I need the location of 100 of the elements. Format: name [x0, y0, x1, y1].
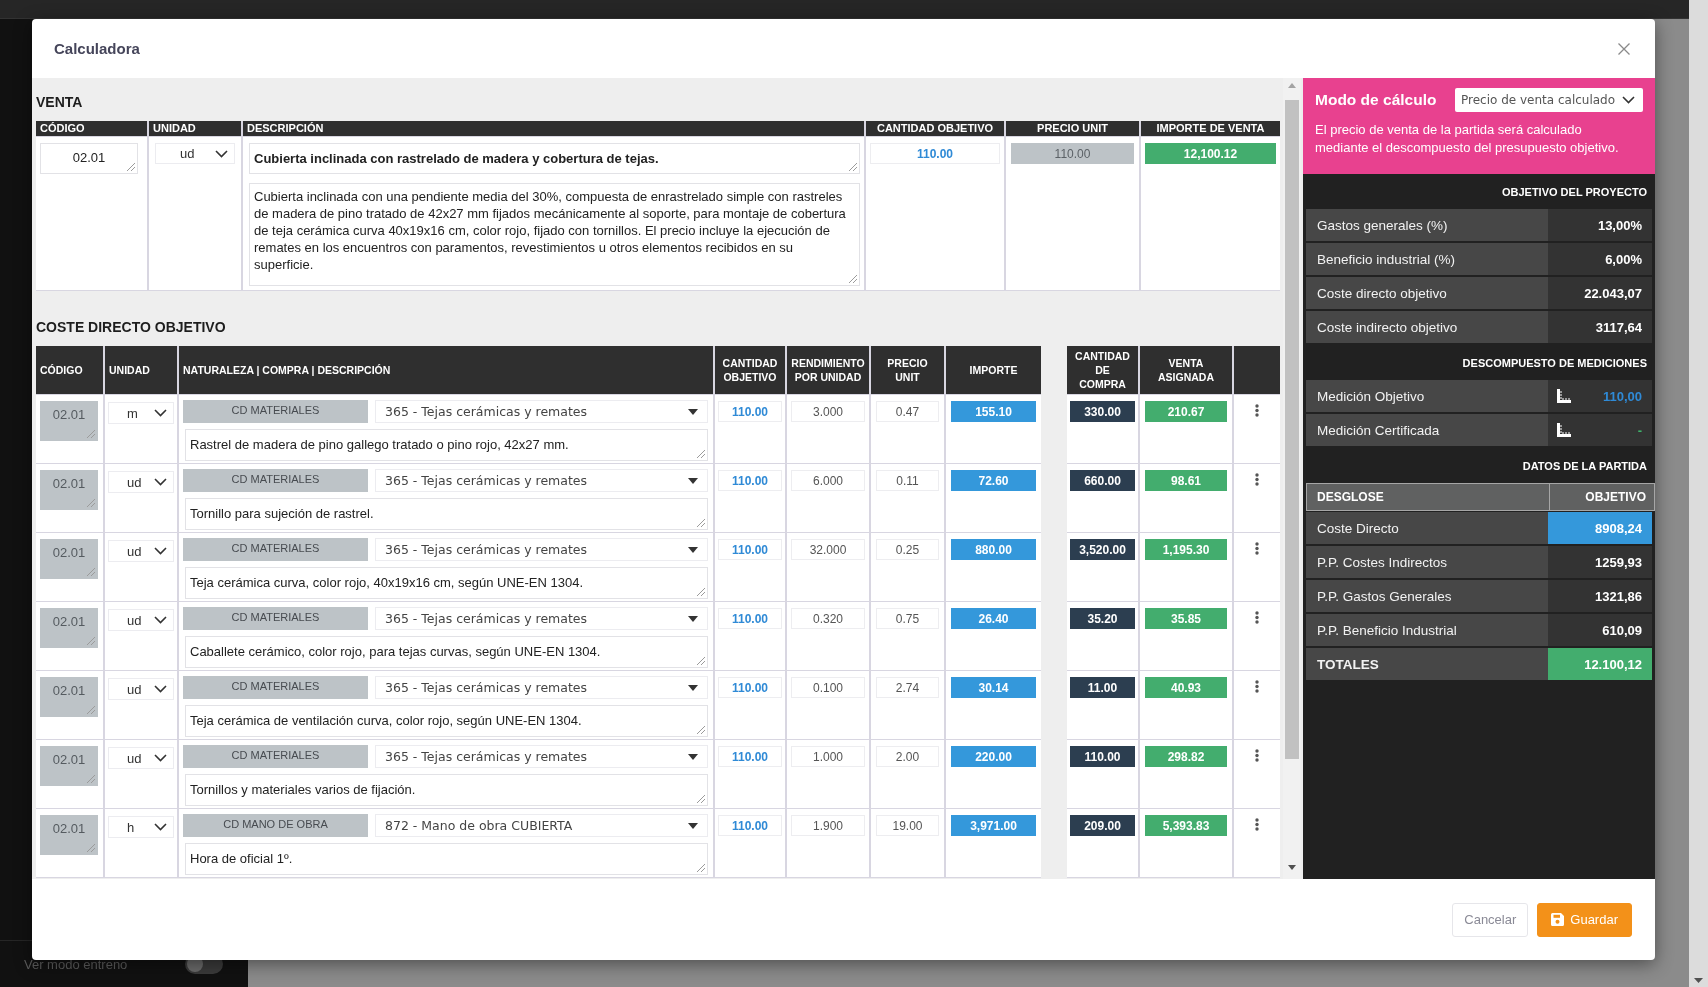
- chevron-down-icon: [154, 547, 167, 555]
- resize-handle-icon[interactable]: [697, 588, 705, 596]
- quantity-field[interactable]: 110.00: [718, 539, 782, 560]
- mode-note: El precio de venta de la partida será calculado mediante el descompuesto del presupuesto objetivo.: [1315, 121, 1620, 157]
- yield-field[interactable]: 1.000: [791, 746, 865, 767]
- yield-field[interactable]: 3.000: [791, 401, 865, 422]
- unit-price-field[interactable]: 0.25: [876, 539, 939, 560]
- code-field[interactable]: 02.01: [40, 401, 98, 441]
- purchase-quantity-value: 3,520.00: [1070, 539, 1135, 560]
- unit-price-field[interactable]: 0.75: [876, 608, 939, 629]
- quantity-field[interactable]: 110.00: [718, 470, 782, 491]
- resize-handle-icon[interactable]: [87, 499, 95, 507]
- unit-price-field[interactable]: 2.74: [876, 677, 939, 698]
- resize-handle-icon[interactable]: [697, 795, 705, 803]
- resize-handle-icon[interactable]: [849, 275, 857, 283]
- purchase-quantity-value: 209.00: [1070, 815, 1135, 836]
- quantity-field[interactable]: 110.00: [718, 677, 782, 698]
- unit-select[interactable]: ud: [155, 143, 235, 164]
- resize-handle-icon[interactable]: [87, 430, 95, 438]
- unit-select[interactable]: ud: [108, 678, 174, 700]
- description-field[interactable]: Tornillo para sujeción de rastrel.: [185, 498, 708, 530]
- description-field[interactable]: Hora de oficial 1º.: [185, 843, 708, 875]
- more-options-icon[interactable]: [1255, 542, 1259, 555]
- caret-down-icon: [688, 684, 698, 691]
- resize-handle-icon[interactable]: [87, 568, 95, 576]
- resize-handle-icon[interactable]: [87, 637, 95, 645]
- column-header: CANTIDAD DE COMPRA: [1067, 346, 1138, 394]
- more-options-icon[interactable]: [1255, 611, 1259, 624]
- row-label: Gastos generales (%): [1306, 209, 1548, 241]
- purchase-select[interactable]: 365 - Tejas cerámicas y remates: [375, 538, 708, 561]
- resize-handle-icon[interactable]: [697, 657, 705, 665]
- unit-select[interactable]: h: [108, 816, 174, 838]
- code-field[interactable]: 02.01: [40, 677, 98, 717]
- unit-price-field[interactable]: 0.47: [876, 401, 939, 422]
- yield-field[interactable]: 32.000: [791, 539, 865, 560]
- resize-handle-icon[interactable]: [697, 864, 705, 872]
- quantity-field[interactable]: 110.00: [718, 401, 782, 422]
- purchase-select[interactable]: 365 - Tejas cerámicas y remates: [375, 676, 708, 699]
- ruler-icon[interactable]: [1557, 423, 1571, 437]
- unit-select[interactable]: ud: [108, 609, 174, 631]
- code-field[interactable]: 02.01: [40, 539, 98, 579]
- description-field[interactable]: Tornillos y materiales varios de fijación.: [185, 774, 708, 806]
- resize-handle-icon[interactable]: [697, 450, 705, 458]
- title-field[interactable]: Cubierta inclinada con rastrelado de madera y cobertura de tejas.: [249, 143, 860, 174]
- chevron-down-icon: [154, 409, 167, 417]
- unit-price-field[interactable]: 2.00: [876, 746, 939, 767]
- resize-handle-icon[interactable]: [87, 775, 95, 783]
- column-header: IMPORTE DE VENTA: [1141, 121, 1280, 136]
- amount-value: 3,971.00: [951, 815, 1036, 836]
- quantity-field[interactable]: 110.00: [718, 746, 782, 767]
- resize-handle-icon[interactable]: [127, 163, 135, 171]
- yield-field[interactable]: 6.000: [791, 470, 865, 491]
- unit-select[interactable]: ud: [108, 747, 174, 769]
- resize-handle-icon[interactable]: [87, 706, 95, 714]
- assigned-sale-value: 210.67: [1145, 401, 1227, 422]
- cancel-button[interactable]: Cancelar: [1452, 902, 1529, 937]
- scrollbar[interactable]: [1689, 0, 1708, 987]
- unit-select[interactable]: ud: [108, 471, 174, 493]
- code-field[interactable]: 02.01: [40, 746, 98, 786]
- description-field[interactable]: Cubierta inclinada con una pendiente media del 30%, compuesta de enrastrelado simple con rastreles de madera de pino tratado de 42x27 mm fijados mecánicamente al soporte, para montaje de cobertura de teja cerámica curva 40x19x16 cm, color rojo, fijado con tornillos. El precio incluye la ejecución de remates en los encuentros con paramentos, revestimientos u otros elementos recibidos en su superficie.: [249, 183, 860, 286]
- yield-field[interactable]: 0.100: [791, 677, 865, 698]
- quantity-field[interactable]: 110.00: [718, 608, 782, 629]
- description-field[interactable]: Rastrel de madera de pino gallego tratado o pino rojo, 42x27 mm.: [185, 429, 708, 461]
- purchase-select[interactable]: 365 - Tejas cerámicas y remates: [375, 400, 708, 423]
- more-options-icon[interactable]: [1255, 818, 1259, 831]
- quantity-field[interactable]: 110.00: [870, 143, 1000, 164]
- mode-select[interactable]: Precio de venta calculado: [1455, 88, 1643, 112]
- unit-select[interactable]: ud: [108, 540, 174, 562]
- unit-price-field[interactable]: 0.11: [876, 470, 939, 491]
- description-field[interactable]: Caballete cerámico, color rojo, para tejas curvas, según UNE-EN 1304.: [185, 636, 708, 668]
- more-options-icon[interactable]: [1255, 404, 1259, 417]
- close-icon[interactable]: [1618, 42, 1630, 55]
- code-field[interactable]: 02.01: [40, 815, 98, 855]
- code-field[interactable]: 02.01: [40, 143, 138, 174]
- description-field[interactable]: Teja cerámica de ventilación curva, color rojo, según UNE-EN 1304.: [185, 705, 708, 737]
- ruler-icon[interactable]: [1557, 389, 1571, 403]
- row-label: P.P. Gastos Generales: [1306, 580, 1548, 612]
- resize-handle-icon[interactable]: [697, 726, 705, 734]
- code-field[interactable]: 02.01: [40, 608, 98, 648]
- resize-handle-icon[interactable]: [849, 163, 857, 171]
- unit-price-field[interactable]: 19.00: [876, 815, 939, 836]
- purchase-select[interactable]: 872 - Mano de obra CUBIERTA: [375, 814, 708, 837]
- row-value: 610,09: [1548, 614, 1652, 646]
- more-options-icon[interactable]: [1255, 680, 1259, 693]
- yield-field[interactable]: 1.900: [791, 815, 865, 836]
- unit-select[interactable]: m: [108, 402, 174, 424]
- purchase-select[interactable]: 365 - Tejas cerámicas y remates: [375, 745, 708, 768]
- purchase-select[interactable]: 365 - Tejas cerámicas y remates: [375, 607, 708, 630]
- description-field[interactable]: Teja cerámica curva, color rojo, 40x19x16 cm, según UNE-EN 1304.: [185, 567, 708, 599]
- assigned-sale-value: 98.61: [1145, 470, 1227, 491]
- quantity-field[interactable]: 110.00: [718, 815, 782, 836]
- resize-handle-icon[interactable]: [697, 519, 705, 527]
- row-value: 3117,64: [1548, 311, 1652, 343]
- purchase-select[interactable]: 365 - Tejas cerámicas y remates: [375, 469, 708, 492]
- more-options-icon[interactable]: [1255, 749, 1259, 762]
- code-field[interactable]: 02.01: [40, 470, 98, 510]
- column-header: UNIDAD: [105, 346, 177, 394]
- yield-field[interactable]: 0.320: [791, 608, 865, 629]
- more-options-icon[interactable]: [1255, 473, 1259, 486]
- resize-handle-icon[interactable]: [87, 844, 95, 852]
